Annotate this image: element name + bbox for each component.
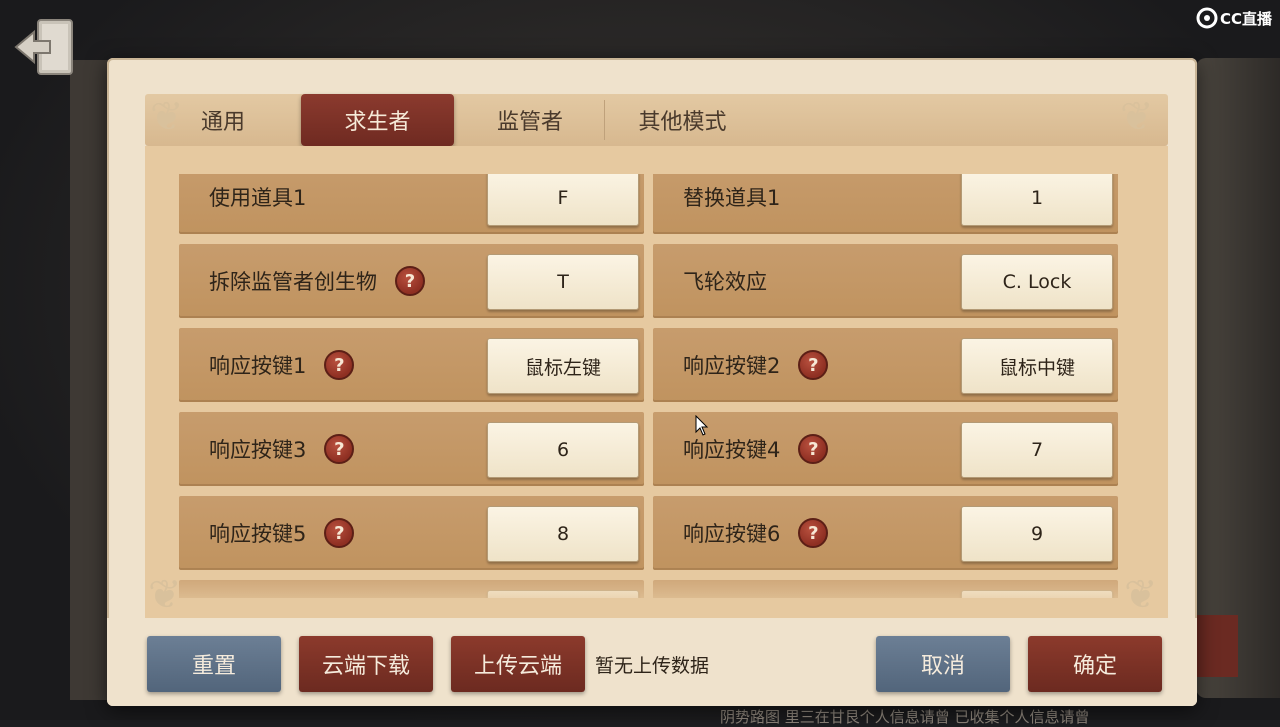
key-binding-button[interactable]: 鼠标中键 <box>961 338 1113 394</box>
keybind-row: 响应按键5 ? 8 <box>179 496 644 570</box>
keybind-row: 飞轮效应 C. Lock <box>653 244 1118 318</box>
keybind-row: 响应按键6 ? 9 <box>653 496 1118 570</box>
back-exit-icon[interactable] <box>12 14 78 80</box>
key-binding-button[interactable] <box>961 590 1113 598</box>
question-mark-icon[interactable]: ? <box>324 434 355 464</box>
background-left-panel <box>70 60 110 700</box>
question-mark-icon[interactable]: ? <box>798 350 829 380</box>
cloud-upload-button[interactable]: 上传云端 <box>451 636 585 692</box>
setting-label: 响应按键5 ? <box>209 496 355 570</box>
question-mark-icon[interactable]: ? <box>798 518 829 548</box>
cc-live-watermark: CC直播 <box>1196 6 1272 30</box>
keybind-row: 使用道具1 F <box>179 174 644 234</box>
key-binding-button[interactable]: C. Lock <box>961 254 1113 310</box>
tab-survivor[interactable]: 求生者 <box>301 94 454 146</box>
cc-live-logo-icon <box>1196 7 1218 29</box>
keybind-row <box>179 580 644 598</box>
cloud-download-button[interactable]: 云端下载 <box>299 636 433 692</box>
keybind-row: 替换道具1 1 <box>653 174 1118 234</box>
question-mark-icon[interactable]: ? <box>324 518 355 548</box>
tab-hunter[interactable]: 监管者 <box>470 94 590 146</box>
keybind-row: 响应按键4 ? 7 <box>653 412 1118 486</box>
key-binding-button[interactable]: F <box>487 174 639 226</box>
question-mark-icon[interactable]: ? <box>798 434 829 464</box>
corner-ornament: ❦ <box>1124 572 1158 618</box>
keybind-row: 响应按键2 ? 鼠标中键 <box>653 328 1118 402</box>
keybind-row <box>653 580 1118 598</box>
upload-status-text: 暂无上传数据 <box>595 654 710 677</box>
watermark-text: CC直播 <box>1220 9 1273 28</box>
setting-label: 响应按键2 ? <box>683 328 829 402</box>
background-right-panel <box>1196 58 1280 698</box>
setting-label: 响应按键3 ? <box>209 412 355 486</box>
keybind-row: 拆除监管者创生物 ? T <box>179 244 644 318</box>
corner-ornament: ❦ <box>148 572 182 618</box>
corner-ornament: ❦ <box>1120 94 1154 140</box>
tab-divider <box>604 100 605 140</box>
reset-button[interactable]: 重置 <box>147 636 281 692</box>
confirm-button[interactable]: 确定 <box>1028 636 1162 692</box>
key-binding-button[interactable]: 8 <box>487 506 639 562</box>
setting-label: 响应按键6 ? <box>683 496 829 570</box>
question-mark-icon[interactable]: ? <box>395 266 425 296</box>
cancel-button[interactable]: 取消 <box>876 636 1010 692</box>
question-mark-icon[interactable]: ? <box>324 350 355 380</box>
setting-label: 使用道具1 <box>209 186 307 210</box>
setting-label: 拆除监管者创生物 ? <box>209 244 425 318</box>
key-binding-button[interactable]: 鼠标左键 <box>487 338 639 394</box>
background-bottom-text: 阴势路图 里三在甘艮个人信息请曾 已收集个人信息请曾 <box>720 708 1090 726</box>
keybind-row: 响应按键3 ? 6 <box>179 412 644 486</box>
background-right-button <box>1196 615 1238 677</box>
key-binding-button[interactable]: 6 <box>487 422 639 478</box>
key-binding-button[interactable]: 1 <box>961 174 1113 226</box>
keybind-row: 响应按键1 ? 鼠标左键 <box>179 328 644 402</box>
setting-label: 替换道具1 <box>683 186 781 210</box>
key-binding-button[interactable]: 9 <box>961 506 1113 562</box>
tab-general[interactable]: 通用 <box>175 94 271 146</box>
key-binding-button[interactable]: 7 <box>961 422 1113 478</box>
tab-other-modes[interactable]: 其他模式 <box>615 94 750 146</box>
setting-label: 飞轮效应 <box>683 270 767 294</box>
key-binding-button[interactable]: T <box>487 254 639 310</box>
keybind-list[interactable]: 使用道具1 F 替换道具1 1 拆除监管者创生物 ? T 飞轮效应 C. Loc… <box>179 174 1119 598</box>
mouse-cursor-icon <box>695 415 709 436</box>
setting-label: 响应按键1 ? <box>209 328 355 402</box>
key-binding-button[interactable] <box>487 590 639 598</box>
